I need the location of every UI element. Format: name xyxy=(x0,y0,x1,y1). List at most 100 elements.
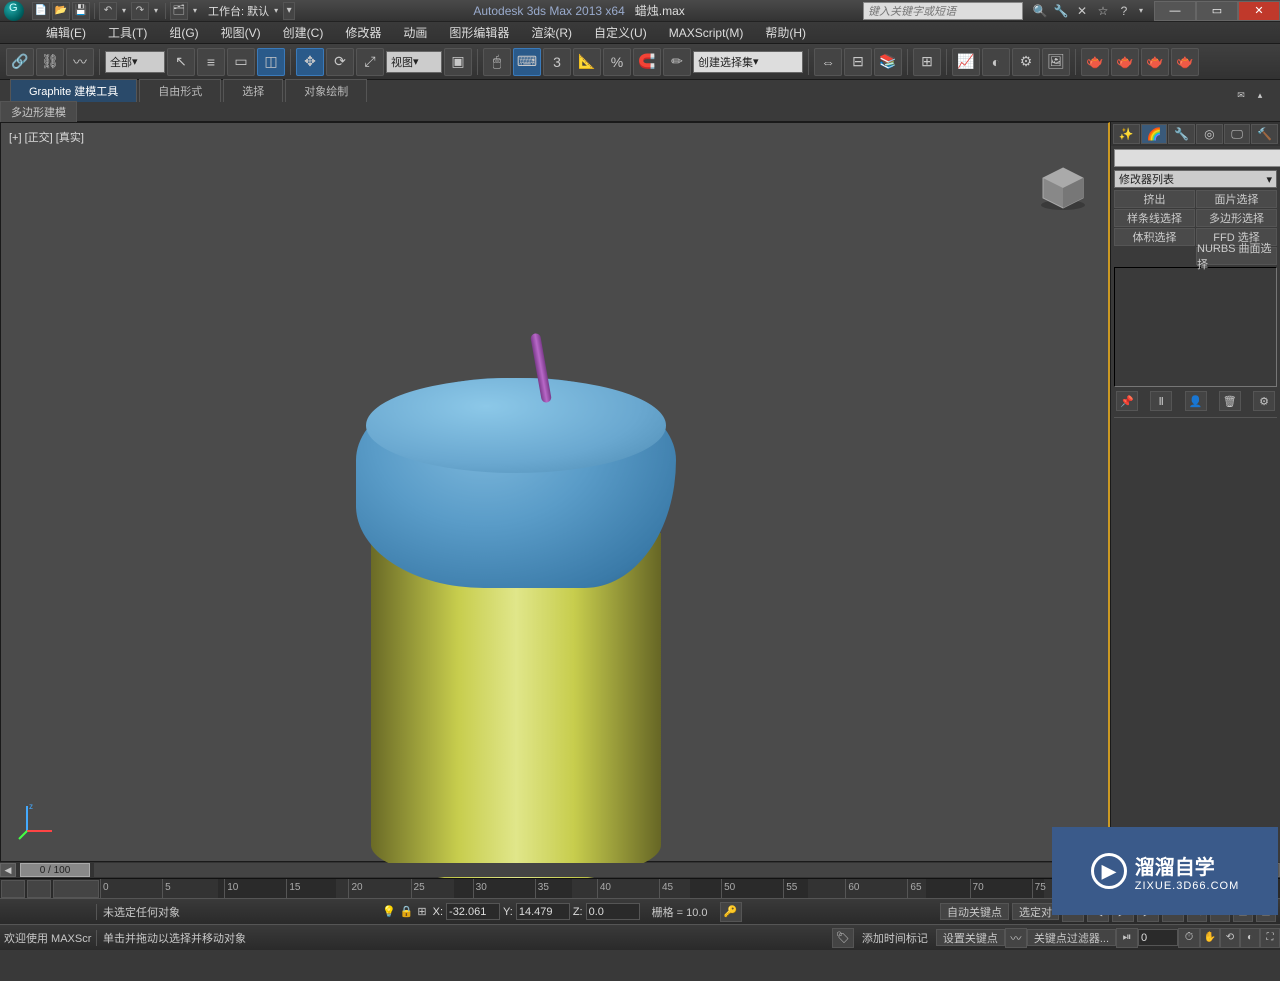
hierarchy-tab-icon[interactable]: 🔧 xyxy=(1168,124,1195,144)
key-mode-icon[interactable]: 🔑 xyxy=(720,902,742,922)
mod-spline-select[interactable]: 样条线选择 xyxy=(1114,209,1195,227)
motion-tab-icon[interactable]: ◎ xyxy=(1196,124,1223,144)
select-icon[interactable]: ↖ xyxy=(167,48,195,76)
mini-curve-editor-icon[interactable] xyxy=(53,880,99,898)
menu-group[interactable]: 组(G) xyxy=(159,22,208,43)
menu-modifiers[interactable]: 修改器 xyxy=(335,22,391,43)
sel-lock-icon[interactable]: ⊞ xyxy=(417,905,426,918)
close-button[interactable]: ✕ xyxy=(1238,1,1280,21)
orbit-icon[interactable]: ⟲ xyxy=(1220,928,1240,948)
undo-icon[interactable]: ↶ xyxy=(99,2,117,20)
modify-tab-icon[interactable]: 🌈 xyxy=(1141,124,1168,144)
render-icon[interactable]: 🫖 xyxy=(1081,48,1109,76)
time-config-icon[interactable]: ⏱ xyxy=(1178,928,1200,948)
select-region-icon[interactable]: ▭ xyxy=(227,48,255,76)
mod-extrude[interactable]: 挤出 xyxy=(1114,190,1195,208)
key-filters-button[interactable]: 关键点过滤器... xyxy=(1027,929,1116,946)
menu-graph-editors[interactable]: 图形编辑器 xyxy=(439,22,519,43)
save-file-icon[interactable]: 💾 xyxy=(72,2,90,20)
object-name-input[interactable] xyxy=(1114,149,1280,167)
help-dropdown[interactable]: ▾ xyxy=(1136,2,1146,20)
create-tab-icon[interactable]: ✨ xyxy=(1113,124,1140,144)
qat-menu-icon[interactable]: ▾ xyxy=(283,2,295,20)
ribbon-tab-graphite[interactable]: Graphite 建模工具 xyxy=(10,79,137,102)
mod-poly-select[interactable]: 多边形选择 xyxy=(1196,209,1277,227)
redo-dropdown[interactable]: ▾ xyxy=(151,6,161,15)
time-tag-icon[interactable]: 🏷 xyxy=(832,928,854,948)
ribbon-poly-model[interactable]: 多边形建模 xyxy=(0,101,77,123)
window-crossing-icon[interactable]: ◫ xyxy=(257,48,285,76)
menu-animation[interactable]: 动画 xyxy=(393,22,437,43)
manipulate-icon[interactable]: 🖱 xyxy=(483,48,511,76)
project-dropdown[interactable]: ▾ xyxy=(190,6,200,15)
track-bar-btn1[interactable] xyxy=(1,880,25,898)
menu-edit[interactable]: 编辑(E) xyxy=(36,22,96,43)
app-logo-icon[interactable] xyxy=(4,1,24,21)
material-editor-icon[interactable]: ◐ xyxy=(982,48,1010,76)
auto-key-button[interactable]: 自动关键点 xyxy=(940,903,1009,920)
render-last-icon[interactable]: 🫖 xyxy=(1171,48,1199,76)
maximize-vp-icon[interactable]: ⛶ xyxy=(1260,928,1280,948)
lock-selection-icon[interactable]: 💡 xyxy=(382,905,396,918)
ribbon-tab-freeform[interactable]: 自由形式 xyxy=(139,79,221,102)
new-file-icon[interactable]: 📄 xyxy=(32,2,50,20)
key-mode-toggle-icon[interactable]: ⏯ xyxy=(1116,928,1138,948)
view-cube[interactable] xyxy=(1038,163,1088,213)
y-coord-input[interactable] xyxy=(516,903,570,920)
track-bar-btn2[interactable] xyxy=(27,880,51,898)
modifier-stack[interactable] xyxy=(1114,267,1277,387)
menu-rendering[interactable]: 渲染(R) xyxy=(521,22,582,43)
unlink-icon[interactable]: ⛓ xyxy=(36,48,64,76)
schematic-view-icon[interactable]: ⊞ xyxy=(913,48,941,76)
menu-create[interactable]: 创建(C) xyxy=(273,22,334,43)
menu-maxscript[interactable]: MAXScript(M) xyxy=(659,24,754,42)
ref-coord-dropdown[interactable]: 视图 ▾ xyxy=(386,51,442,73)
quick-render-icon[interactable]: 🫖 xyxy=(1141,48,1169,76)
pin-stack-icon[interactable]: 📌 xyxy=(1116,391,1138,411)
project-icon[interactable]: 🗂 xyxy=(170,2,188,20)
ribbon-tab-selection[interactable]: 选择 xyxy=(223,79,283,102)
named-selection-dropdown[interactable]: 创建选择集 ▾ xyxy=(693,51,803,73)
favorite-icon[interactable]: ☆ xyxy=(1094,2,1112,20)
menu-help[interactable]: 帮助(H) xyxy=(755,22,816,43)
key-icon[interactable]: 🔧 xyxy=(1052,2,1070,20)
scale-icon[interactable]: ⤢ xyxy=(356,48,384,76)
search-icon[interactable]: 🔍 xyxy=(1031,2,1049,20)
z-coord-input[interactable] xyxy=(586,903,640,920)
help-icon[interactable]: ? xyxy=(1115,2,1133,20)
render-frame-icon[interactable]: 🖼 xyxy=(1042,48,1070,76)
search-input[interactable]: 键入关键字或短语 xyxy=(863,2,1023,20)
percent-snap-icon[interactable]: % xyxy=(603,48,631,76)
workspace-selector[interactable]: 工作台: 默认 xyxy=(208,3,269,19)
workspace-dropdown[interactable]: ▾ xyxy=(271,6,281,15)
pan-icon[interactable]: ✋ xyxy=(1200,928,1220,948)
layers-icon[interactable]: 📚 xyxy=(874,48,902,76)
menu-views[interactable]: 视图(V) xyxy=(211,22,271,43)
exchange-icon[interactable]: ✕ xyxy=(1073,2,1091,20)
mirror-icon[interactable]: ⇔ xyxy=(814,48,842,76)
make-unique-icon[interactable]: 👤 xyxy=(1185,391,1207,411)
select-name-icon[interactable]: ≡ xyxy=(197,48,225,76)
mod-face-select[interactable]: 面片选择 xyxy=(1196,190,1277,208)
selection-filter-dropdown[interactable]: 全部 ▾ xyxy=(105,51,165,73)
configure-sets-icon[interactable]: ⚙ xyxy=(1253,391,1275,411)
utilities-tab-icon[interactable]: 🔨 xyxy=(1251,124,1278,144)
keyboard-shortcut-icon[interactable]: ⌨ xyxy=(513,48,541,76)
move-icon[interactable]: ✥ xyxy=(296,48,324,76)
minimize-button[interactable]: — xyxy=(1154,1,1196,21)
angle-snap-icon[interactable]: 📐 xyxy=(573,48,601,76)
pivot-center-icon[interactable]: ▣ xyxy=(444,48,472,76)
display-tab-icon[interactable]: 🖵 xyxy=(1224,124,1251,144)
current-frame-input[interactable] xyxy=(1138,929,1178,946)
edit-named-sel-icon[interactable]: ✏ xyxy=(663,48,691,76)
align-icon[interactable]: ⊟ xyxy=(844,48,872,76)
bind-spacewarp-icon[interactable]: 〰 xyxy=(66,48,94,76)
viewport[interactable]: [+] [正交] [真实] z xyxy=(0,122,1110,862)
undo-dropdown[interactable]: ▾ xyxy=(119,6,129,15)
maximize-button[interactable]: ▭ xyxy=(1196,1,1238,21)
link-icon[interactable]: 🔗 xyxy=(6,48,34,76)
ribbon-collapse-icon[interactable]: ▴ xyxy=(1252,88,1268,102)
key-filter-icon[interactable]: 〰 xyxy=(1005,928,1027,948)
add-time-tag[interactable]: 添加时间标记 xyxy=(854,930,936,946)
open-file-icon[interactable]: 📂 xyxy=(52,2,70,20)
